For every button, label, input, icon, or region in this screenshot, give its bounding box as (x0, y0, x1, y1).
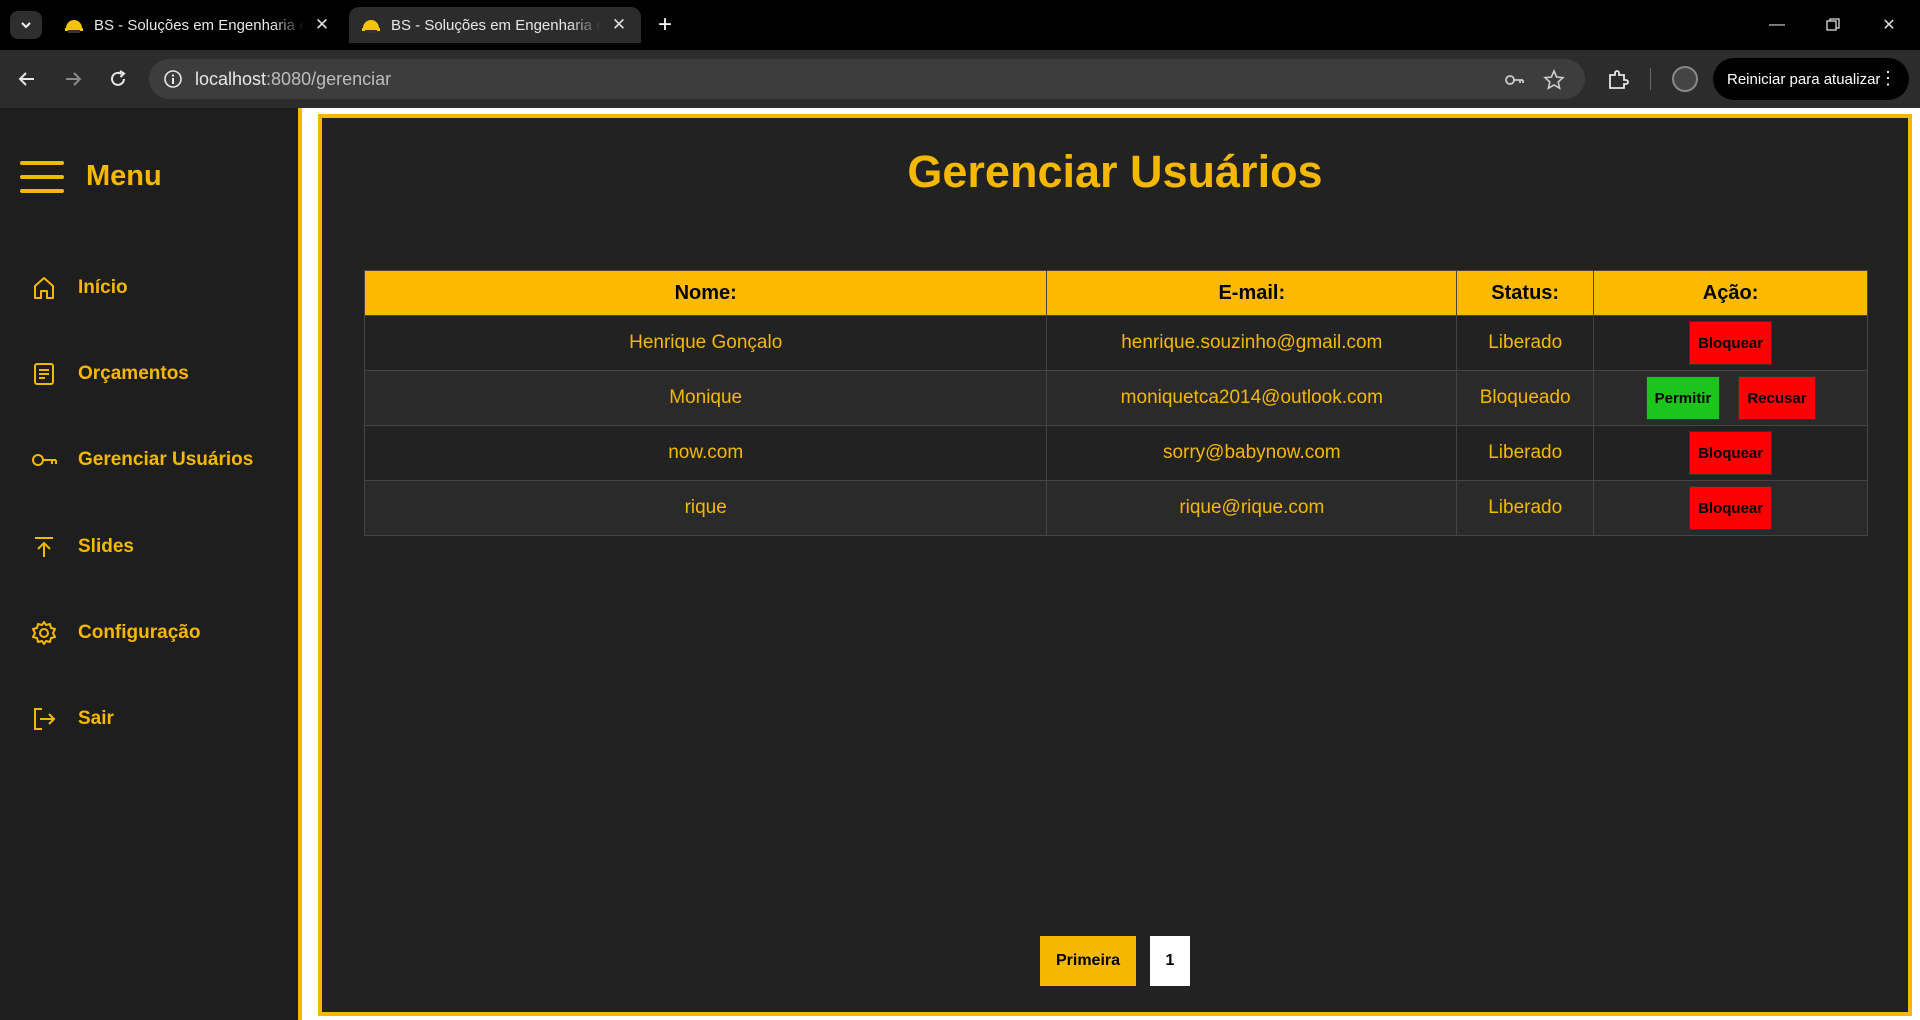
sidebar-item-sair[interactable]: Sair (30, 699, 114, 739)
minimize-icon[interactable]: — (1762, 10, 1792, 40)
users-table: Nome: E-mail: Status: Ação: Henrique Gon… (363, 270, 1868, 536)
column-header-status: Status: (1456, 270, 1595, 316)
sidebar-item-slides[interactable]: Slides (30, 527, 134, 567)
table-row: rique rique@rique.com Liberado Bloquear (363, 480, 1868, 536)
first-page-button[interactable]: Primeira (1040, 936, 1136, 986)
helmet-favicon-icon (362, 20, 380, 33)
block-button[interactable]: Bloquear (1689, 431, 1773, 475)
restart-update-button[interactable]: Reiniciar para atualizar ⋮ (1713, 58, 1909, 100)
address-bar[interactable]: localhost:8080/gerenciar (149, 59, 1585, 99)
update-label: Reiniciar para atualizar (1727, 70, 1881, 88)
forward-arrow-icon[interactable] (58, 64, 88, 94)
document-icon (34, 363, 54, 385)
extensions-puzzle-icon[interactable] (1606, 67, 1630, 91)
back-arrow-icon[interactable] (12, 64, 42, 94)
sidebar-item-configuracao[interactable]: Configuração (30, 613, 200, 653)
sidebar-item-inicio[interactable]: Início (30, 268, 128, 308)
sidebar-item-label: Orçamentos (78, 363, 189, 384)
user-email: sorry@babynow.com (1046, 425, 1458, 481)
sidebar-item-label: Sair (78, 708, 114, 729)
table-row: now.com sorry@babynow.com Liberado Bloqu… (363, 425, 1868, 481)
site-info-icon[interactable] (163, 69, 183, 89)
column-header-email: E-mail: (1046, 270, 1458, 316)
browser-tab-1[interactable]: BS - Soluções em Engenharia e ✕ (52, 7, 344, 43)
upload-icon (35, 537, 53, 557)
user-actions: Bloquear (1593, 425, 1868, 481)
menu-title: Menu (86, 160, 162, 192)
toolbar-divider (1650, 68, 1651, 90)
user-status: Liberado (1456, 425, 1595, 481)
tab-title: BS - Soluções em Engenharia e (94, 16, 304, 34)
url-text: localhost:8080/gerenciar (195, 69, 391, 90)
browser-toolbar: localhost:8080/gerenciar Reiniciar para … (0, 50, 1920, 108)
page: Menu Início Orçamentos Gerenciar Usuário… (0, 108, 1920, 1020)
user-name: now.com (363, 425, 1048, 481)
block-button[interactable]: Bloquear (1689, 486, 1773, 530)
page-number-button[interactable]: 1 (1150, 936, 1190, 986)
sidebar-item-label: Configuração (78, 622, 201, 643)
table-row: Monique moniquetca2014@outlook.com Bloqu… (363, 370, 1868, 426)
home-icon (34, 277, 54, 299)
column-header-name: Nome: (363, 270, 1048, 316)
url-path: :8080/gerenciar (266, 68, 392, 89)
hamburger-icon[interactable] (20, 160, 64, 193)
logout-icon (34, 708, 56, 730)
url-host: localhost (195, 68, 267, 89)
sidebar-item-gerenciar-usuarios[interactable]: Gerenciar Usuários (30, 440, 253, 480)
more-vert-icon[interactable]: ⋮ (1879, 68, 1897, 88)
key-icon (32, 454, 57, 466)
user-name: rique (363, 480, 1048, 536)
browser-tab-2[interactable]: BS - Soluções em Engenharia e ✕ (349, 7, 641, 43)
sidebar-item-label: Slides (78, 536, 134, 557)
tab-strip: BS - Soluções em Engenharia e ✕ BS - Sol… (0, 0, 1920, 50)
close-icon[interactable]: ✕ (312, 15, 332, 35)
user-name: Henrique Gonçalo (363, 315, 1048, 371)
sidebar-item-orcamentos[interactable]: Orçamentos (30, 354, 189, 394)
user-actions: Bloquear (1593, 480, 1868, 536)
user-actions: Permitir Recusar (1593, 370, 1868, 426)
table-row: Henrique Gonçalo henrique.souzinho@gmail… (363, 315, 1868, 371)
password-key-icon[interactable] (1503, 69, 1525, 91)
reload-icon[interactable] (103, 64, 133, 94)
helmet-favicon-icon (65, 20, 83, 33)
user-email: moniquetca2014@outlook.com (1046, 370, 1458, 426)
user-status: Liberado (1456, 480, 1595, 536)
menu-header: Menu (20, 160, 162, 193)
bookmark-star-icon[interactable] (1543, 69, 1565, 91)
chevron-down-icon (21, 22, 31, 29)
reject-button[interactable]: Recusar (1738, 376, 1816, 420)
gear-icon (32, 621, 56, 645)
user-status: Liberado (1456, 315, 1595, 371)
user-actions: Bloquear (1593, 315, 1868, 371)
pagination: Primeira 1 (322, 936, 1908, 986)
allow-button[interactable]: Permitir (1645, 376, 1721, 420)
sidebar-item-label: Início (78, 277, 128, 298)
close-icon[interactable]: ✕ (609, 15, 629, 35)
restore-icon[interactable] (1818, 10, 1848, 40)
page-title: Gerenciar Usuários (907, 146, 1323, 197)
new-tab-plus-icon[interactable]: + (652, 11, 678, 38)
user-email: rique@rique.com (1046, 480, 1458, 536)
sidebar-item-label: Gerenciar Usuários (78, 449, 254, 470)
block-button[interactable]: Bloquear (1689, 321, 1773, 365)
window-close-icon[interactable]: ✕ (1874, 10, 1904, 40)
table-header-row: Nome: E-mail: Status: Ação: (363, 270, 1868, 316)
sidebar: Menu Início Orçamentos Gerenciar Usuário… (0, 108, 302, 1020)
profile-avatar[interactable] (1672, 66, 1698, 92)
tab-search-button[interactable] (10, 11, 42, 39)
main-content: Gerenciar Usuários Nome: E-mail: Status:… (318, 114, 1912, 1016)
user-email: henrique.souzinho@gmail.com (1046, 315, 1458, 371)
user-name: Monique (363, 370, 1048, 426)
column-header-action: Ação: (1593, 270, 1868, 316)
user-status: Bloqueado (1456, 370, 1595, 426)
tab-title: BS - Soluções em Engenharia e (391, 16, 601, 34)
